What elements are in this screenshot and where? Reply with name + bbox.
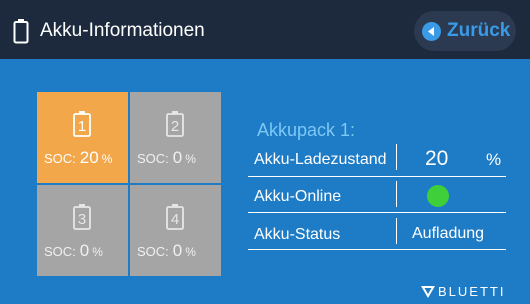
battery-pack-grid: 1 SOC: 20% 2 SOC: 0% 3 SOC: 0% 4 SOC: 0 … xyxy=(37,92,221,276)
pack-tile-3[interactable]: 3 SOC: 0% xyxy=(37,185,128,276)
soc-value: 0 xyxy=(172,148,183,167)
page-title: Akku-Informationen xyxy=(40,20,205,41)
soc-row-label: Akku-Ladezustand xyxy=(254,151,387,168)
pack-soc: SOC: 0% xyxy=(44,241,103,261)
soc-value: 0 xyxy=(172,241,183,260)
battery-outline-icon xyxy=(13,19,29,44)
soc-row-unit: % xyxy=(486,150,502,169)
status-row-label: Akku-Status xyxy=(254,226,341,243)
battery-pack-icon: 1 xyxy=(73,111,91,137)
pack-number: 2 xyxy=(171,118,179,135)
row-divider xyxy=(396,218,397,244)
soc-value: 0 xyxy=(79,241,90,260)
row-separator xyxy=(248,249,506,250)
soc-label: SOC: xyxy=(137,151,169,166)
pack-number: 1 xyxy=(78,118,86,135)
pack-details-title: Akkupack 1: xyxy=(257,120,356,140)
row-separator xyxy=(248,212,506,213)
header-bar: Akku-Informationen Zurück xyxy=(0,0,530,59)
pack-soc: SOC: 20% xyxy=(44,148,112,168)
battery-pack-icon: 4 xyxy=(166,204,184,230)
status-row-value: Aufladung xyxy=(412,225,485,242)
soc-unit: % xyxy=(92,245,103,259)
online-status-indicator xyxy=(427,185,449,207)
back-button[interactable]: Zurück xyxy=(414,11,516,51)
online-row-label: Akku-Online xyxy=(254,188,342,205)
bluetti-v-icon xyxy=(421,286,435,298)
soc-label: SOC: xyxy=(137,244,169,259)
soc-label: SOC: xyxy=(44,244,76,259)
arrow-left-icon xyxy=(422,22,441,41)
soc-unit: % xyxy=(185,152,196,166)
row-divider xyxy=(396,144,397,170)
battery-pack-icon: 2 xyxy=(166,111,184,137)
brand-name: BLUETTI xyxy=(438,284,506,299)
pack-tile-4[interactable]: 4 SOC: 0% xyxy=(130,185,221,276)
pack-soc: SOC: 0% xyxy=(137,148,196,168)
battery-pack-icon: 3 xyxy=(73,204,91,230)
soc-unit: % xyxy=(185,245,196,259)
soc-value: 20 xyxy=(79,148,99,167)
soc-row-value: 20 xyxy=(425,147,449,170)
row-divider xyxy=(396,181,397,207)
pack-number: 4 xyxy=(171,211,179,228)
pack-tile-2[interactable]: 2 SOC: 0% xyxy=(130,92,221,183)
back-button-label: Zurück xyxy=(447,20,511,41)
soc-unit: % xyxy=(101,152,113,166)
pack-number: 3 xyxy=(78,211,86,228)
soc-label: SOC: xyxy=(44,151,76,166)
row-separator xyxy=(248,176,506,177)
pack-soc: SOC: 0% xyxy=(137,241,196,261)
pack-tile-1[interactable]: 1 SOC: 20% xyxy=(37,92,128,183)
